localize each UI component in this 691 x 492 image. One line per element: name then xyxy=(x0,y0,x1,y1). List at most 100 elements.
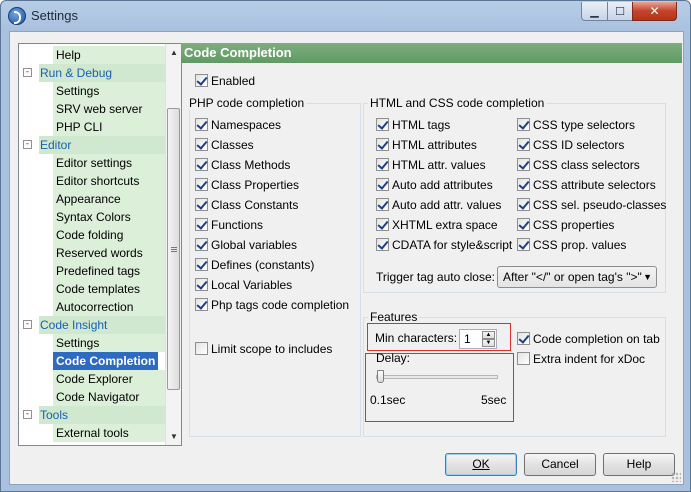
collapse-icon[interactable]: - xyxy=(23,68,32,77)
tree-item-label: Editor settings xyxy=(53,154,166,172)
tree-item-appearance[interactable]: Appearance xyxy=(19,190,166,208)
php-tags-code-completion-label: Php tags code completion xyxy=(211,298,350,312)
checkbox-checked-icon xyxy=(517,178,530,191)
tree-item-editor-settings[interactable]: Editor settings xyxy=(19,154,166,172)
css-attribute-selectors-label: CSS attribute selectors xyxy=(533,178,656,192)
functions-label: Functions xyxy=(211,218,264,232)
delay-slider-thumb[interactable] xyxy=(377,370,384,383)
ok-button[interactable]: OK xyxy=(445,453,517,476)
checkbox-checked-icon xyxy=(195,238,208,251)
checkbox-checked-icon xyxy=(517,218,530,231)
class-constants-label: Class Constants xyxy=(211,198,299,212)
checkbox-checked-icon xyxy=(195,218,208,231)
dialog-client: Help - Run & Debug Settings SRV web server PH… xyxy=(9,31,684,485)
tree-item-label: Predefined tags xyxy=(53,262,166,280)
tree-category-code-insight[interactable]: - Code Insight xyxy=(19,316,166,334)
tree-item-code-completion[interactable]: Code Completion xyxy=(19,352,166,370)
tree-item-php-cli[interactable]: PHP CLI xyxy=(19,118,166,136)
settings-tree-list: Help - Run & Debug Settings SRV web server PH… xyxy=(19,44,166,445)
scrollbar-thumb[interactable] xyxy=(167,108,180,390)
css-sel-pseudo-classes-label: CSS sel. pseudo-classes xyxy=(533,198,667,212)
spin-up-icon[interactable]: ▲ xyxy=(482,331,495,339)
window-title: Settings xyxy=(31,8,78,23)
xhtml-extra-space-label: XHTML extra space xyxy=(392,218,498,232)
minimize-button[interactable]: ▁ xyxy=(581,2,608,21)
checkbox-checked-icon xyxy=(195,278,208,291)
trigger-auto-close-select[interactable]: After "</" or open tag's ">" ▼ xyxy=(497,266,657,288)
scroll-up-icon[interactable]: ▲ xyxy=(166,44,182,61)
delay-max-label: 5sec xyxy=(481,393,507,407)
min-characters-spinner[interactable]: 1 ▲ ▼ xyxy=(459,329,497,349)
app-logo-icon xyxy=(8,7,26,25)
tree-item-settings[interactable]: Settings xyxy=(19,334,166,352)
panel-title: Code Completion xyxy=(181,43,682,63)
tree-item-syntax-colors[interactable]: Syntax Colors xyxy=(19,208,166,226)
delay-label: Delay: xyxy=(376,351,411,365)
tree-item-label: Editor shortcuts xyxy=(53,172,166,190)
collapse-icon[interactable]: - xyxy=(23,140,32,149)
trigger-auto-close-value: After "</" or open tag's ">" xyxy=(503,270,642,284)
checkbox-checked-icon xyxy=(376,218,389,231)
checkbox-checked-icon xyxy=(195,158,208,171)
checkbox-checked-icon xyxy=(517,138,530,151)
tree-item-code-folding[interactable]: Code folding xyxy=(19,226,166,244)
css-id-selectors-label: CSS ID selectors xyxy=(533,138,625,152)
checkbox-checked-icon xyxy=(376,118,389,131)
tree-item-label: Autocorrection xyxy=(53,298,166,316)
tree-item-label: Code Explorer xyxy=(53,370,166,388)
class-properties-label: Class Properties xyxy=(211,178,300,192)
spin-down-icon[interactable]: ▼ xyxy=(482,339,495,347)
global-variables-label: Global variables xyxy=(211,238,298,252)
close-button[interactable]: ✕ xyxy=(632,2,677,21)
tree-item-settings[interactable]: Settings xyxy=(19,82,166,100)
checkbox-checked-icon xyxy=(195,258,208,271)
tree-item-code-explorer[interactable]: Code Explorer xyxy=(19,370,166,388)
scroll-down-icon[interactable]: ▼ xyxy=(166,428,182,445)
tree-item-help[interactable]: Help xyxy=(19,46,166,64)
help-button[interactable]: Help xyxy=(603,453,675,476)
checkbox-checked-icon xyxy=(376,238,389,251)
tree-category-editor[interactable]: - Editor xyxy=(19,136,166,154)
css-properties-label: CSS properties xyxy=(533,218,615,232)
tree-category-tools[interactable]: - Tools xyxy=(19,406,166,424)
tree-item-label: Code templates xyxy=(53,280,166,298)
checkbox-checked-icon xyxy=(195,138,208,151)
title-bar[interactable]: Settings ▁ ☐ ✕ xyxy=(1,1,690,31)
trigger-auto-close-label: Trigger tag auto close: xyxy=(376,270,495,284)
defines-constants-label: Defines (constants) xyxy=(211,258,315,272)
tree-scrollbar[interactable]: ▲ ▼ xyxy=(165,44,181,445)
html-attr-values-label: HTML attr. values xyxy=(392,158,486,172)
checkbox-checked-icon xyxy=(517,158,530,171)
tree-item-label: Appearance xyxy=(53,190,166,208)
code-completion-on-tab-label: Code completion on tab xyxy=(533,332,660,346)
maximize-button[interactable]: ☐ xyxy=(607,2,633,21)
tree-item-label: SRV web server xyxy=(53,100,166,118)
auto-add-attributes-label: Auto add attributes xyxy=(392,178,493,192)
tree-item-external-tools[interactable]: External tools xyxy=(19,424,166,442)
checkbox-checked-icon xyxy=(195,178,208,191)
tree-item-reserved-words[interactable]: Reserved words xyxy=(19,244,166,262)
checkbox-checked-icon xyxy=(195,198,208,211)
tree-item-label: Reserved words xyxy=(53,244,166,262)
tree-item-predefined-tags[interactable]: Predefined tags xyxy=(19,262,166,280)
tree-item-autocorrection[interactable]: Autocorrection xyxy=(19,298,166,316)
settings-tree[interactable]: Help - Run & Debug Settings SRV web server PH… xyxy=(18,43,182,446)
checkbox-checked-icon xyxy=(376,158,389,171)
checkbox-checked-icon xyxy=(376,198,389,211)
delay-slider-track[interactable] xyxy=(376,375,498,379)
min-characters-label: Min characters: xyxy=(375,331,458,345)
tree-item-label: Syntax Colors xyxy=(53,208,166,226)
resize-grip-icon[interactable] xyxy=(671,472,681,482)
tree-item-code-templates[interactable]: Code templates xyxy=(19,280,166,298)
grip-icon xyxy=(171,247,177,252)
tree-item-srv-web-server[interactable]: SRV web server xyxy=(19,100,166,118)
tree-category-run-debug[interactable]: - Run & Debug xyxy=(19,64,166,82)
checkbox-checked-icon xyxy=(195,74,208,87)
checkbox-checked-icon xyxy=(517,238,530,251)
collapse-icon[interactable]: - xyxy=(23,410,32,419)
php-group-title: PHP code completion xyxy=(187,96,307,110)
collapse-icon[interactable]: - xyxy=(23,320,32,329)
tree-item-code-navigator[interactable]: Code Navigator xyxy=(19,388,166,406)
cancel-button[interactable]: Cancel xyxy=(524,453,596,476)
tree-item-editor-shortcuts[interactable]: Editor shortcuts xyxy=(19,172,166,190)
